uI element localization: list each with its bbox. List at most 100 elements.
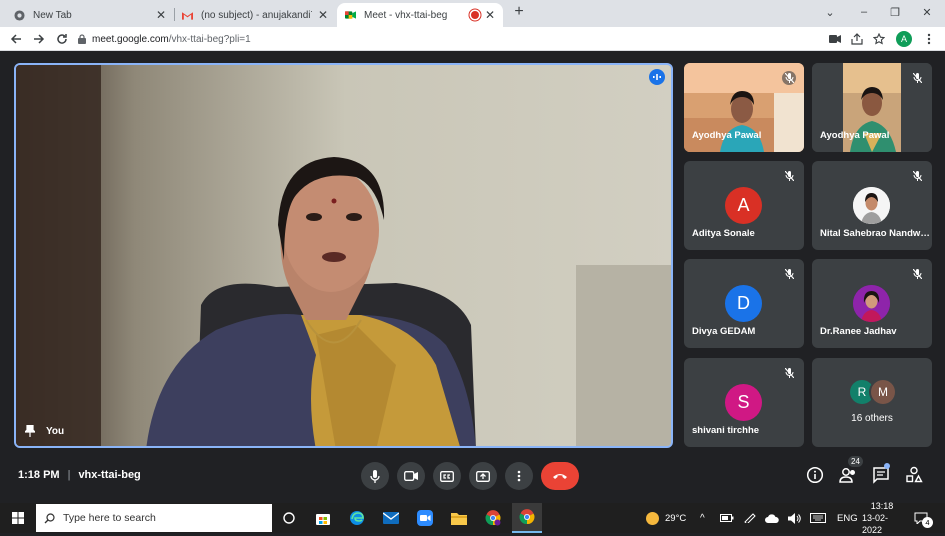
participant-tile[interactable]: S shivani tirchhe [684, 358, 804, 447]
notifications-badge: 4 [922, 517, 933, 528]
file-explorer-icon[interactable] [446, 507, 472, 529]
mail-icon[interactable] [378, 507, 404, 529]
participant-name: Aditya Sonale [692, 228, 755, 239]
system-clock[interactable]: 13:18 13-02-2022 [862, 501, 902, 535]
meet-icon [345, 10, 356, 21]
search-placeholder: Type here to search [63, 512, 156, 524]
tab-gmail[interactable]: (no subject) - anujakandi76@gm ✕ [174, 3, 336, 27]
temperature-label: 29°C [665, 512, 687, 524]
bookmark-star-icon[interactable] [870, 30, 888, 48]
meeting-code: vhx-ttai-beg [78, 469, 141, 481]
edge-icon[interactable] [344, 507, 370, 529]
mic-button[interactable] [361, 462, 389, 490]
keyboard-icon[interactable] [810, 503, 826, 533]
mic-off-icon [910, 71, 924, 85]
store-icon[interactable] [310, 507, 336, 529]
divider: | [67, 469, 71, 481]
battery-icon[interactable] [720, 503, 734, 533]
audio-indicator-icon [649, 69, 665, 85]
lock-icon [78, 34, 86, 44]
clock-time: 13:18 [870, 501, 894, 511]
more-options-button[interactable] [505, 462, 533, 490]
zoom-icon[interactable] [412, 507, 438, 529]
tab-new-tab[interactable]: New Tab ✕ [6, 3, 174, 27]
participant-tile[interactable]: A Aditya Sonale [684, 161, 804, 250]
tab-search-icon[interactable]: ⌄ [815, 0, 845, 24]
main-video-tile[interactable]: You [14, 63, 673, 448]
tab-title: (no subject) - anujakandi76@gm [201, 9, 312, 21]
tab-title: Meet - vhx-ttai-beg [364, 9, 448, 21]
clock-label: 1:18 PM [18, 469, 60, 481]
avatar: M [871, 380, 895, 404]
people-icon[interactable] [838, 466, 858, 484]
tray-chevron-icon[interactable]: ^ [700, 503, 705, 533]
leave-call-button[interactable] [541, 462, 579, 490]
chrome-icon [14, 9, 25, 21]
people-count-badge: 24 [848, 456, 863, 467]
pin-icon[interactable] [23, 424, 37, 437]
share-icon[interactable] [848, 30, 866, 48]
weather-widget[interactable]: 29°C [646, 503, 686, 533]
close-icon[interactable]: ✕ [485, 8, 495, 22]
address-bar[interactable]: meet.google.com/vhx-ttai-beg?pli=1 [78, 29, 818, 49]
window-close-button[interactable]: ✕ [912, 0, 942, 24]
self-name-label: You [46, 426, 65, 437]
avatar: S [725, 384, 762, 421]
pen-icon[interactable] [744, 503, 756, 533]
camera-in-use-icon[interactable] [826, 30, 844, 48]
mic-off-icon [910, 267, 924, 281]
chrome-profile-icon[interactable] [480, 507, 506, 529]
activities-icon[interactable] [905, 466, 923, 484]
participant-tile[interactable]: Dr.Ranee Jadhav [812, 259, 932, 348]
mic-off-icon [782, 366, 796, 380]
tab-strip: New Tab ✕ (no subject) - anujakandi76@gm… [0, 0, 945, 27]
task-view-icon[interactable] [276, 507, 302, 529]
minimize-button[interactable]: – [849, 0, 879, 24]
participant-tile[interactable]: Ayodhya Pawal [684, 63, 804, 152]
reload-icon[interactable] [53, 30, 71, 48]
back-icon[interactable] [7, 30, 25, 48]
more-vert-icon[interactable] [920, 30, 938, 48]
profile-avatar[interactable]: A [896, 31, 912, 47]
meet-control-bar: 1:18 PM | vhx-ttai-beg 24 [0, 454, 945, 502]
camera-button[interactable] [397, 462, 425, 490]
close-icon[interactable]: ✕ [318, 8, 328, 22]
meet-stage: You Ayodhya Pawal Ayodhya Pawal A Aditya… [0, 51, 945, 503]
chrome-active-icon[interactable] [512, 503, 542, 533]
clock-date: 13-02-2022 [862, 513, 889, 535]
language-indicator[interactable]: ENG [837, 503, 858, 533]
forward-icon[interactable] [30, 30, 48, 48]
avatar [853, 285, 890, 322]
weather-sun-icon [646, 511, 659, 525]
present-button[interactable] [469, 462, 497, 490]
participant-tile[interactable]: Ayodhya Pawal [812, 63, 932, 152]
taskbar-search-box[interactable]: Type here to search [36, 504, 272, 532]
participant-tile[interactable]: Nital Sahebrao Nandwalkar [812, 161, 932, 250]
maximize-button[interactable]: ❐ [880, 0, 910, 24]
windows-start-icon[interactable] [5, 507, 31, 529]
participant-name: Ayodhya Pawal [692, 130, 762, 141]
captions-button[interactable] [433, 462, 461, 490]
info-icon[interactable] [806, 466, 824, 484]
chat-badge-dot [884, 463, 890, 469]
close-icon[interactable]: ✕ [156, 8, 166, 22]
new-tab-button[interactable]: + [504, 0, 534, 24]
participant-tile[interactable]: D Divya GEDAM [684, 259, 804, 348]
avatar [853, 187, 890, 224]
others-tile[interactable]: R M 16 others [812, 358, 932, 447]
participant-name: Divya GEDAM [692, 326, 756, 337]
others-count-label: 16 others [851, 413, 893, 424]
avatar: A [725, 187, 762, 224]
tab-title: New Tab [33, 9, 72, 21]
mic-off-icon [782, 267, 796, 281]
recording-icon [470, 11, 479, 19]
onedrive-cloud-icon[interactable] [765, 503, 779, 533]
tab-meet[interactable]: Meet - vhx-ttai-beg ✕ [337, 3, 503, 27]
url-path: /vhx-ttai-beg?pli=1 [168, 33, 251, 45]
mic-off-icon [782, 169, 796, 183]
mic-off-icon [782, 71, 796, 85]
gmail-icon [182, 10, 193, 21]
mic-off-icon [910, 169, 924, 183]
volume-icon[interactable] [788, 503, 801, 533]
windows-taskbar: Type here to search 29°C ^ ENG 13:18 13-… [0, 501, 945, 535]
